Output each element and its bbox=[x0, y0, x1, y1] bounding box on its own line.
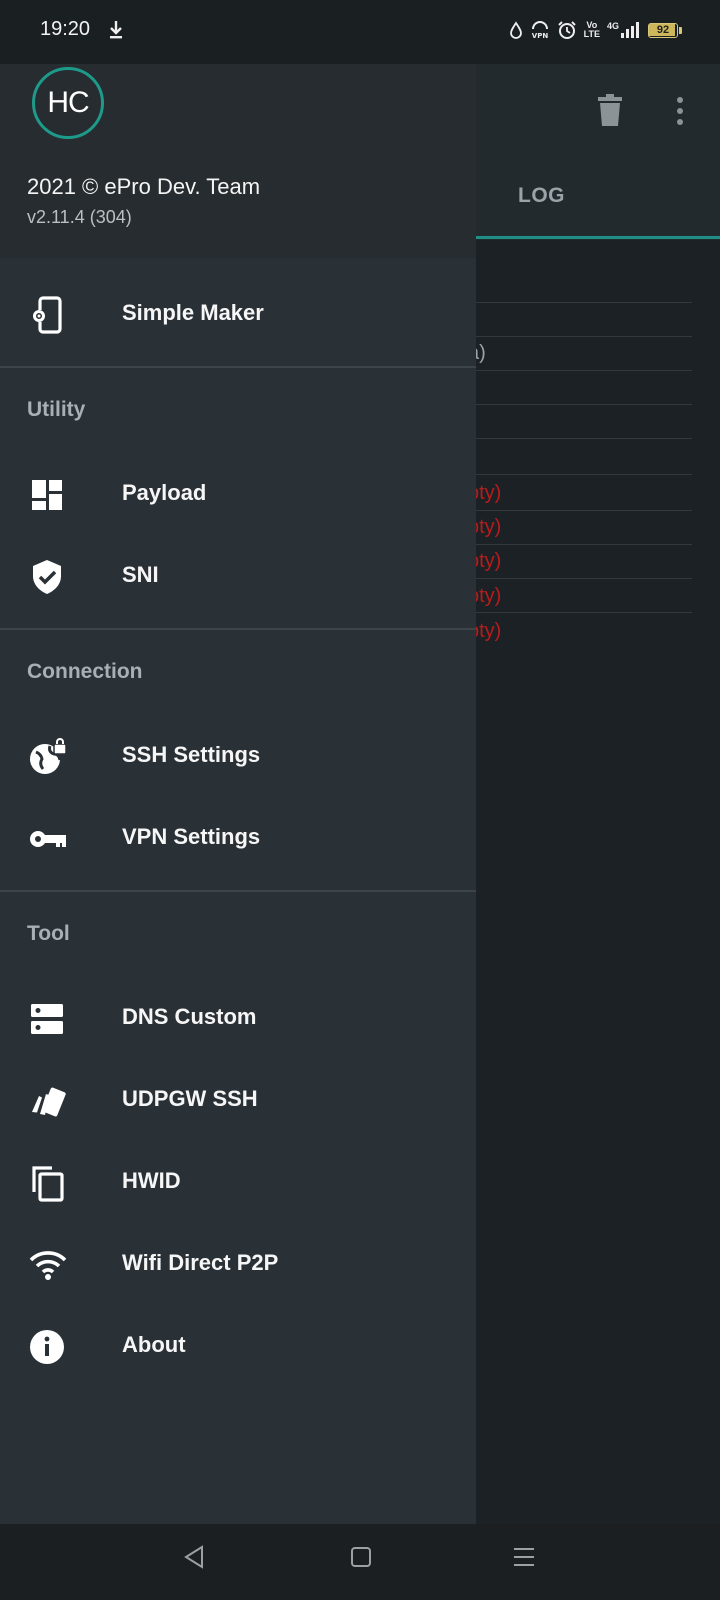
battery-level: 92 bbox=[656, 23, 670, 36]
log-divider bbox=[476, 510, 692, 511]
menu-label-hwid: HWID bbox=[122, 1168, 181, 1193]
alarm-icon bbox=[557, 20, 577, 40]
drawer-header: HC 2021 © ePro Dev. Team v2.11.4 (304) bbox=[0, 64, 476, 258]
recents-menu-icon[interactable] bbox=[512, 1544, 536, 1575]
wifi-icon bbox=[28, 1246, 67, 1284]
back-icon[interactable] bbox=[182, 1544, 206, 1575]
status-icons: VPN Vo LTE 4G 92 bbox=[509, 20, 682, 40]
log-divider bbox=[476, 302, 692, 303]
globe-lock-icon bbox=[28, 738, 67, 776]
download-icon bbox=[108, 20, 124, 45]
section-divider bbox=[0, 366, 476, 368]
cards-icon bbox=[28, 1082, 66, 1120]
section-divider bbox=[0, 890, 476, 892]
battery-icon: 92 bbox=[648, 22, 682, 38]
menu-label-vpn-settings: VPN Settings bbox=[122, 824, 261, 849]
menu-label-payload: Payload bbox=[122, 480, 207, 505]
svg-text:VPN: VPN bbox=[531, 32, 548, 40]
trash-icon[interactable] bbox=[596, 94, 624, 131]
phone-settings-icon bbox=[28, 296, 66, 334]
verified-shield-icon bbox=[28, 558, 66, 596]
more-options-icon[interactable] bbox=[676, 96, 684, 131]
log-divider bbox=[476, 370, 692, 371]
log-divider bbox=[476, 438, 692, 439]
navigation-drawer: HC 2021 © ePro Dev. Team v2.11.4 (304) S… bbox=[0, 64, 476, 1524]
menu-label-sni: SNI bbox=[122, 562, 159, 587]
app-logo: HC bbox=[32, 67, 104, 139]
menu-item-wifi-direct[interactable]: Wifi Direct P2P bbox=[0, 1228, 476, 1300]
tab-log[interactable]: LOG bbox=[518, 184, 565, 208]
signal-icon: 4G bbox=[607, 22, 641, 38]
log-divider bbox=[476, 612, 692, 613]
section-header-connection: Connection bbox=[27, 660, 143, 683]
menu-item-ssh-settings[interactable]: SSH Settings bbox=[0, 720, 476, 792]
vpn-icon: VPN bbox=[530, 20, 550, 40]
system-nav-bar bbox=[0, 1524, 720, 1600]
status-time: 19:20 bbox=[40, 18, 91, 40]
log-divider bbox=[476, 336, 692, 337]
volte-icon: Vo LTE bbox=[584, 21, 600, 39]
tab-indicator bbox=[476, 236, 720, 239]
menu-label-about: About bbox=[122, 1332, 186, 1357]
version-text: v2.11.4 (304) bbox=[27, 207, 132, 227]
log-divider bbox=[476, 544, 692, 545]
menu-item-vpn-settings[interactable]: VPN Settings bbox=[0, 802, 476, 874]
copy-icon bbox=[28, 1164, 66, 1202]
log-divider bbox=[476, 404, 692, 405]
menu-item-udpgw-ssh[interactable]: UDPGW SSH bbox=[0, 1064, 476, 1136]
status-bar: 19:20 VPN Vo LTE 4G 92 bbox=[0, 0, 720, 64]
log-divider bbox=[476, 578, 692, 579]
lte-label: LTE bbox=[583, 29, 600, 39]
menu-label-dns-custom: DNS Custom bbox=[122, 1004, 257, 1029]
section-divider bbox=[0, 628, 476, 630]
menu-item-payload[interactable]: Payload bbox=[0, 458, 476, 530]
log-divider bbox=[476, 474, 692, 475]
menu-item-hwid[interactable]: HWID bbox=[0, 1146, 476, 1218]
section-header-utility: Utility bbox=[27, 398, 86, 421]
menu-label-wifi-direct: Wifi Direct P2P bbox=[122, 1250, 279, 1275]
menu-label-simple-maker: Simple Maker bbox=[122, 300, 264, 325]
section-header-tool: Tool bbox=[27, 922, 70, 945]
menu-label-udpgw-ssh: UDPGW SSH bbox=[122, 1086, 258, 1111]
menu-label-ssh-settings: SSH Settings bbox=[122, 742, 261, 767]
info-icon bbox=[28, 1328, 66, 1366]
menu-item-about[interactable]: About bbox=[0, 1310, 476, 1382]
dns-server-icon bbox=[28, 1000, 66, 1038]
menu-item-dns-custom[interactable]: DNS Custom bbox=[0, 982, 476, 1054]
home-icon[interactable] bbox=[349, 1544, 373, 1575]
menu-item-sni[interactable]: SNI bbox=[0, 540, 476, 612]
network-type: 4G bbox=[606, 21, 619, 31]
copyright-text: 2021 © ePro Dev. Team bbox=[27, 174, 261, 199]
key-icon bbox=[28, 820, 66, 858]
water-drop-icon bbox=[509, 21, 523, 39]
dashboard-icon bbox=[28, 476, 66, 514]
menu-item-simple-maker[interactable]: Simple Maker bbox=[0, 278, 476, 350]
